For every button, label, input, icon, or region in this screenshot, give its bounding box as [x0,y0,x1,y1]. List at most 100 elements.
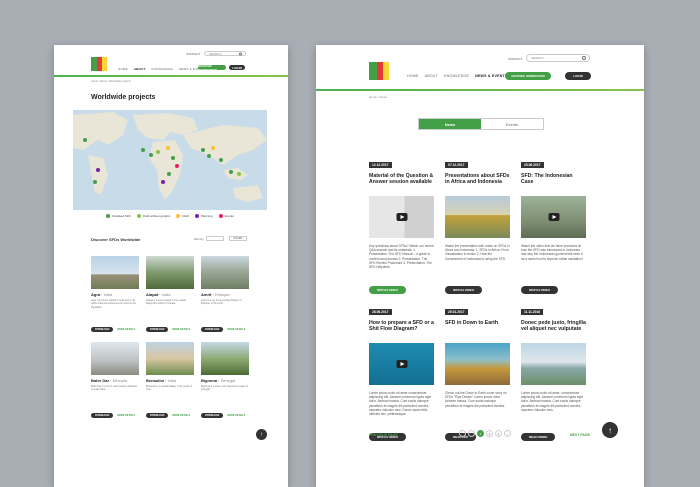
watch-video-button[interactable]: WATCH VIDEO [445,286,482,294]
breadcrumb: Home / News [369,95,388,99]
project-card[interactable]: Agra · India Agra, the former capital of… [91,256,139,332]
news-card[interactable]: 29.01.2017 SFD in Down to Earth Check ou… [445,300,510,441]
map-pin[interactable] [93,180,97,184]
search-input[interactable]: SEARCH [526,54,590,62]
land-mass [149,140,183,200]
map-pin[interactable] [237,172,241,176]
page-number[interactable]: 1 [468,430,475,437]
login-button[interactable]: LOGIN [565,72,591,80]
map-pin[interactable] [171,156,175,160]
more-details-link[interactable]: MORE DETAILS [172,414,190,417]
map-pin[interactable] [175,164,179,168]
project-card[interactable]: Amrit · Ethiopia Amrit is a city in the … [201,256,249,332]
page-number-current[interactable]: 2 [477,430,484,437]
graphic-generator-button[interactable]: GRAPHIC GENERATOR [505,72,551,80]
more-details-link[interactable]: MORE DETAILS [117,414,135,417]
prev-arrow-icon[interactable]: ‹ [459,430,466,437]
nav-about[interactable]: ABOUT [425,74,438,78]
scroll-top-button[interactable]: ↑ [256,429,267,440]
next-arrow-icon[interactable]: › [504,430,511,437]
projects-grid: Agra · India Agra, the former capital of… [91,256,249,418]
map-pin[interactable] [201,148,205,152]
map-svg [73,112,267,202]
watch-video-button[interactable]: WATCH VIDEO [521,286,558,294]
header-divider [316,89,644,91]
graphic-generator-button[interactable]: GRAPHIC GENERATOR [198,64,226,72]
news-title[interactable]: How to prepare a SFD or a Shit Flow Diag… [369,320,434,339]
map-pin[interactable] [156,150,160,154]
map-pin[interactable] [141,148,145,152]
news-card[interactable]: 07.12.2017 Presentations about SFDs in A… [445,153,510,294]
tab-news[interactable]: News [419,119,481,129]
download-button[interactable]: DOWNLOAD [91,413,114,418]
site-logo[interactable] [91,57,107,71]
download-button[interactable]: DOWNLOAD [146,413,169,418]
map-pin[interactable] [96,168,100,172]
news-card[interactable]: 11.11.2016 Donec pede justo, fringilla v… [521,300,586,441]
news-card[interactable]: 28.06.2017 How to prepare a SFD or a Shi… [369,300,434,441]
more-details-link[interactable]: MORE DETAILS [227,414,245,417]
previous-page-link[interactable]: PREVIOUS PAGE [369,433,398,437]
legend-item: Finalised SFD [106,214,131,218]
map-pin[interactable] [229,170,233,174]
project-card[interactable]: Bignona · Senegal Bignona is a town in t… [201,342,249,418]
sort-select[interactable] [206,236,224,241]
map-pin[interactable] [149,153,153,157]
play-icon[interactable] [396,360,407,368]
news-title[interactable]: Presentations about SFDs in Africa and I… [445,173,510,192]
search-icon[interactable] [239,52,242,55]
legend-dot-icon [218,214,223,218]
map-pin[interactable] [83,138,87,142]
scroll-top-button[interactable]: ↑ [602,422,618,438]
nav-home[interactable]: HOME [118,67,128,71]
nav-home[interactable]: HOME [407,74,419,78]
page-title: Worldwide projects [91,94,156,101]
page-number[interactable]: 4 [495,430,502,437]
page-number[interactable]: 3 [486,430,493,437]
nav-about[interactable]: ABOUT [134,67,146,71]
contact-link[interactable]: CONTACT [508,57,522,61]
site-logo[interactable] [369,62,389,80]
download-button[interactable]: DOWNLOAD [146,327,169,332]
tab-events[interactable]: Events [481,119,543,129]
nav-news-events[interactable]: NEWS & EVENTS [475,74,507,78]
more-details-link[interactable]: MORE DETAILS [172,328,190,331]
search-icon[interactable] [582,56,586,60]
watch-video-button[interactable]: WATCH VIDEO [369,286,406,294]
download-button[interactable]: DOWNLOAD [201,327,224,332]
news-card[interactable]: 12.12.2017 Material of the Question & An… [369,153,434,294]
contact-link[interactable]: CONTACT [186,52,200,56]
project-image [91,342,139,375]
world-map[interactable] [73,110,267,210]
search-input[interactable]: SEARCH [204,51,246,56]
map-pin[interactable] [211,146,215,150]
news-title[interactable]: SFD in Down to Earth [445,320,510,339]
news-card[interactable]: 25.06.2017 SFD: The Indonesian Case Watc… [521,153,586,294]
download-button[interactable]: DOWNLOAD [91,327,114,332]
read-more-button[interactable]: READ MORE [521,433,556,441]
more-details-link[interactable]: MORE DETAILS [227,328,245,331]
news-title[interactable]: Donec pede justo, fringilla vel aliquet … [521,320,586,339]
map-pin[interactable] [219,158,223,162]
map-pin[interactable] [166,146,170,150]
news-title[interactable]: SFD: The Indonesian Case [521,173,586,192]
play-icon[interactable] [396,213,407,221]
login-button[interactable]: LOGIN [229,65,245,70]
project-card[interactable]: Alapat · India Alapat is a town located … [146,256,194,332]
next-page-link[interactable]: NEXT PAGE [570,433,590,437]
project-card[interactable]: Benaulim · India Benaulim is a coastal v… [146,342,194,418]
filter-button[interactable]: FILTER [229,236,247,241]
project-image [201,342,249,375]
play-icon[interactable] [548,213,559,221]
nav-knowledge[interactable]: KNOWLEDGE [151,67,172,71]
nav-knowledge[interactable]: KNOWLEDGE [444,74,469,78]
project-image [146,342,194,375]
project-card[interactable]: Bahir Dar · Ethiopia Bahir Dar is a city… [91,342,139,418]
map-pin[interactable] [167,172,171,176]
download-button[interactable]: DOWNLOAD [201,413,224,418]
news-title[interactable]: Material of the Question & Answer sessio… [369,173,434,192]
map-pin[interactable] [161,180,165,184]
map-pin[interactable] [207,154,211,158]
breadcrumb: Home / About / Worldwide projects [91,80,131,83]
more-details-link[interactable]: MORE DETAILS [117,328,135,331]
